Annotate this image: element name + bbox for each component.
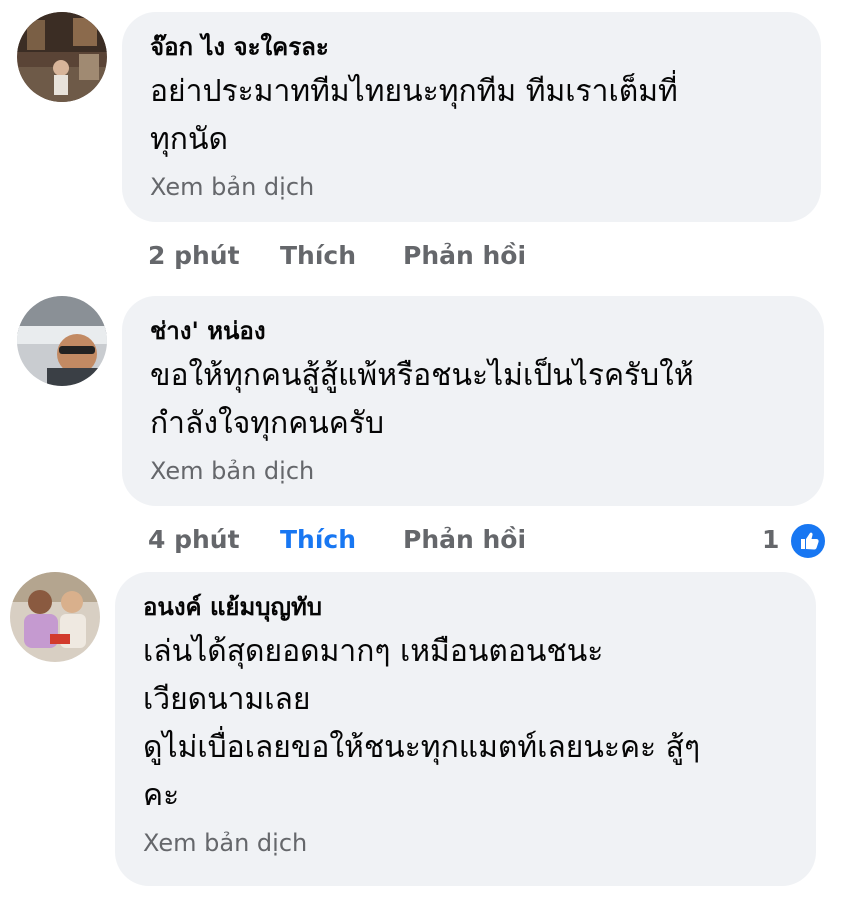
comment-text: ขอให้ทุกคนสู้สู้แพ้หรือชนะไม่เป็นไรครับใ… bbox=[150, 358, 694, 441]
see-translation-link[interactable]: Xem bản dịch bbox=[143, 828, 788, 858]
comment-bubble: จ๊อก ไง จะใครละ อย่าประมาททีมไทยนะทุกทีม… bbox=[122, 12, 821, 222]
avatar[interactable] bbox=[17, 296, 107, 386]
comment-actions: 2 phút Thích Phản hồi bbox=[0, 236, 842, 276]
avatar[interactable] bbox=[17, 12, 107, 102]
comment-bubble: อนงค์ แย้มบุญทับ เล่นได้สุดยอดมากๆ เหมือ… bbox=[115, 572, 816, 886]
see-translation-link[interactable]: Xem bản dịch bbox=[150, 456, 796, 486]
comment-timestamp[interactable]: 2 phút bbox=[148, 236, 240, 276]
comment-text: อย่าประมาททีมไทยนะทุกทีม ทีมเราเต็มที่ ท… bbox=[150, 74, 678, 157]
comment-author[interactable]: ช่าง' หน่อง bbox=[150, 316, 796, 346]
avatar[interactable] bbox=[10, 572, 100, 662]
like-button[interactable]: Thích bbox=[280, 236, 356, 276]
reaction-count: 1 bbox=[762, 525, 780, 554]
comment-bubble: ช่าง' หน่อง ขอให้ทุกคนสู้สู้แพ้หรือชนะไม… bbox=[122, 296, 824, 506]
comment-timestamp[interactable]: 4 phút bbox=[148, 520, 240, 560]
see-translation-link[interactable]: Xem bản dịch bbox=[150, 172, 793, 202]
reply-button[interactable]: Phản hồi bbox=[403, 236, 526, 276]
reaction-summary[interactable]: 1 bbox=[762, 520, 832, 561]
like-button[interactable]: Thích bbox=[280, 520, 356, 560]
comment-text: เล่นได้สุดยอดมากๆ เหมือนตอนชนะ เวียดนามเ… bbox=[143, 634, 701, 813]
comment-author[interactable]: จ๊อก ไง จะใครละ bbox=[150, 32, 793, 62]
thumbs-up-icon bbox=[788, 521, 828, 561]
comment-actions: 4 phút Thích Phản hồi bbox=[0, 520, 842, 560]
reply-button[interactable]: Phản hồi bbox=[403, 520, 526, 560]
comment-author[interactable]: อนงค์ แย้มบุญทับ bbox=[143, 592, 788, 622]
